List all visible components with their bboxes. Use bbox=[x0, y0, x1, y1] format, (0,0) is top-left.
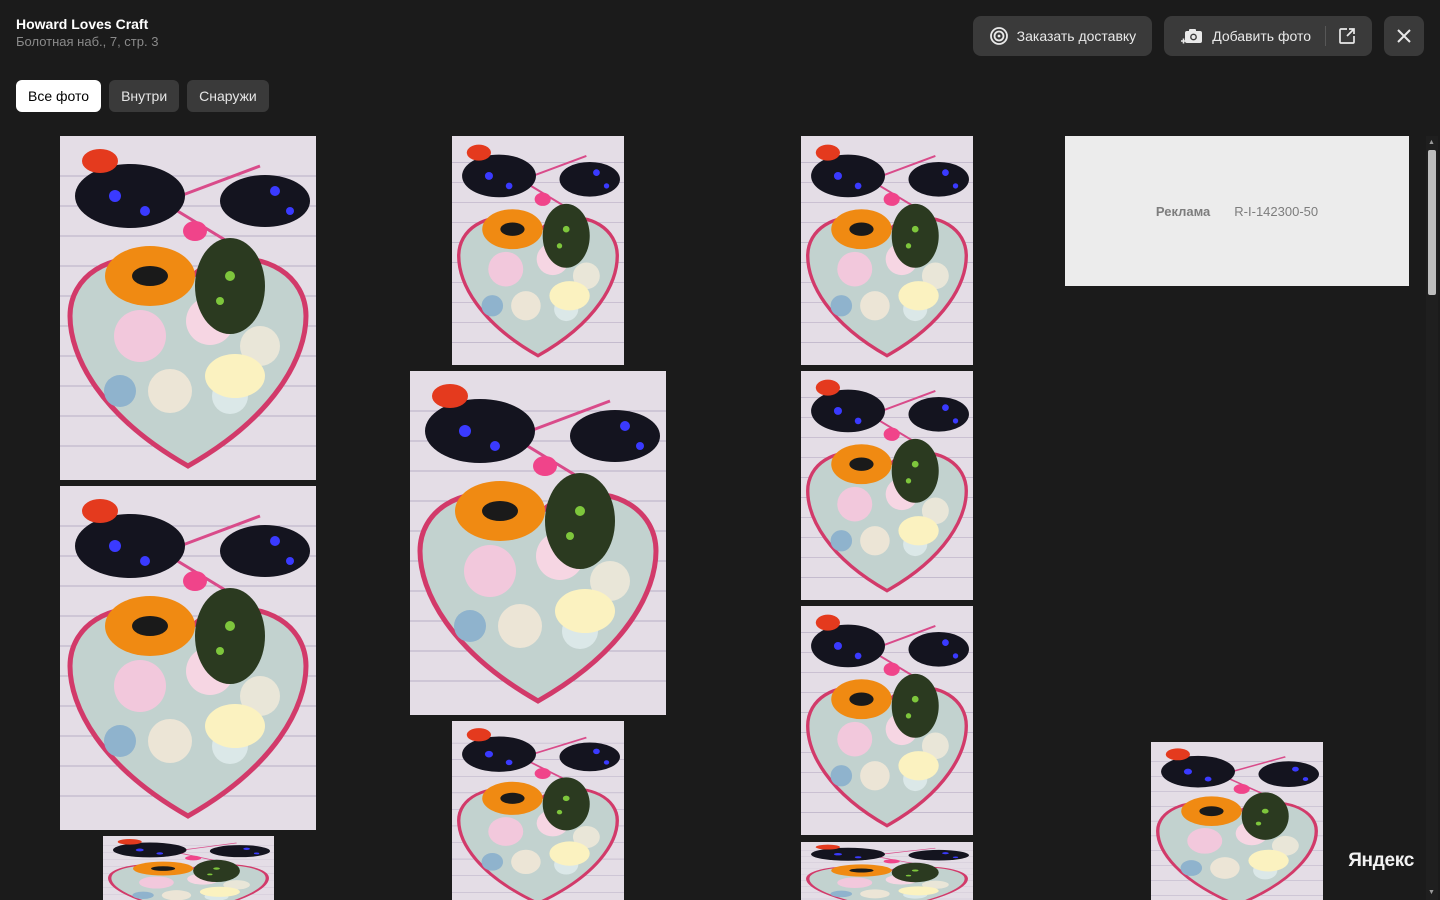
gallery-photo[interactable] bbox=[103, 836, 274, 900]
tab-outside[interactable]: Снаружи bbox=[187, 80, 269, 112]
gallery-photo[interactable] bbox=[452, 721, 624, 900]
gallery-photo[interactable] bbox=[801, 842, 973, 900]
gallery-photo[interactable] bbox=[60, 136, 316, 480]
org-address: Болотная наб., 7, стр. 3 bbox=[16, 34, 159, 49]
tab-all-photos[interactable]: Все фото bbox=[16, 80, 102, 112]
ad-label: Реклама bbox=[1155, 203, 1211, 219]
delivery-icon bbox=[989, 26, 1009, 46]
order-delivery-label: Заказать доставку bbox=[1016, 28, 1137, 44]
ad-id: R-I-142300-50 bbox=[1234, 203, 1319, 219]
gallery-photo[interactable] bbox=[801, 371, 973, 600]
scroll-up-icon[interactable]: ▲ bbox=[1428, 139, 1435, 147]
gallery-photo[interactable] bbox=[452, 136, 624, 365]
gallery-photo[interactable] bbox=[1151, 742, 1323, 900]
tab-inside[interactable]: Внутри bbox=[109, 80, 180, 112]
scrollbar[interactable]: ▲ ▼ bbox=[1426, 136, 1438, 900]
scroll-thumb[interactable] bbox=[1428, 150, 1436, 295]
photo-filter-tabs: Все фото Внутри Снаружи bbox=[16, 80, 269, 112]
close-icon bbox=[1397, 29, 1411, 43]
external-link-icon[interactable] bbox=[1338, 27, 1356, 45]
add-photo-button[interactable]: Добавить фото bbox=[1164, 16, 1372, 56]
org-name[interactable]: Howard Loves Craft bbox=[16, 16, 158, 33]
gallery-photo[interactable] bbox=[410, 371, 666, 715]
gallery-photo[interactable] bbox=[60, 486, 316, 830]
camera-icon bbox=[1180, 26, 1204, 46]
order-delivery-button[interactable]: Заказать доставку bbox=[972, 16, 1153, 56]
top-actions: Заказать доставку Добавить фото bbox=[972, 16, 1424, 56]
gallery-photo[interactable] bbox=[801, 136, 973, 365]
scroll-down-icon[interactable]: ▼ bbox=[1428, 889, 1435, 897]
add-photo-label: Добавить фото bbox=[1212, 28, 1311, 44]
close-button[interactable] bbox=[1384, 16, 1424, 56]
ad-banner[interactable]: Реклама R-I-142300-50 bbox=[1065, 136, 1409, 286]
header: Howard Loves Craft Болотная наб., 7, стр… bbox=[16, 16, 158, 51]
button-divider bbox=[1325, 26, 1326, 46]
gallery-photo[interactable] bbox=[801, 606, 973, 835]
yandex-logo: Яндекс bbox=[1348, 850, 1414, 871]
